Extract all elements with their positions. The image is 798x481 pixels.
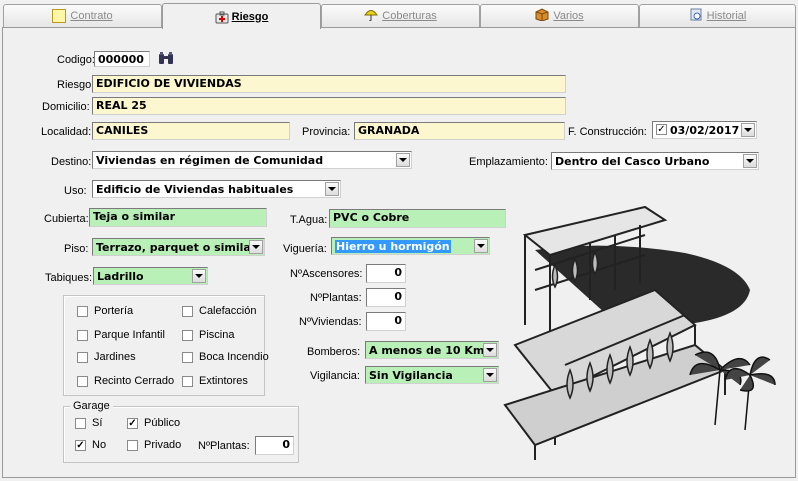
uso-value: Edificio de Viviendas habituales: [96, 183, 294, 196]
tab-label: Coberturas: [382, 10, 437, 22]
chevron-down-icon[interactable]: [743, 154, 757, 168]
domicilio-field[interactable]: REAL 25: [92, 97, 566, 115]
chevron-down-icon[interactable]: [741, 123, 755, 137]
vigueria-value: Hierro u hormigón: [335, 240, 451, 253]
boca-incendio-checkbox[interactable]: [182, 352, 193, 363]
cubierta-field[interactable]: Teja o similar: [89, 208, 267, 227]
contract-icon: [52, 9, 67, 23]
first-aid-icon: [215, 11, 229, 23]
n-viviendas-field[interactable]: 0: [366, 312, 406, 331]
emplazamiento-select[interactable]: Dentro del Casco Urbano: [551, 152, 759, 170]
uso-select[interactable]: Edificio de Viviendas habituales: [92, 180, 341, 198]
garage-title: Garage: [70, 400, 113, 412]
destino-select[interactable]: Viviendas en régimen de Comunidad: [92, 151, 412, 169]
tab-coberturas[interactable]: Coberturas: [321, 4, 480, 27]
extintores-checkbox[interactable]: [182, 376, 193, 387]
garage-no-checkbox[interactable]: ✓: [75, 440, 86, 451]
garage-publico-checkbox[interactable]: ✓: [127, 418, 138, 429]
vigueria-label: Viguería:: [283, 243, 327, 255]
destino-label: Destino:: [51, 156, 92, 168]
garage-n-plantas-label: NºPlantas:: [198, 440, 250, 452]
n-plantas-field[interactable]: 0: [366, 288, 406, 307]
garage-si-label: Sí: [92, 417, 103, 429]
bomberos-select[interactable]: A menos de 10 Km.: [365, 341, 499, 359]
tab-riesgo[interactable]: Riesgo: [162, 3, 321, 29]
piso-value: Terrazo, parquet o similar: [96, 241, 257, 254]
bomberos-value: A menos de 10 Km.: [369, 344, 489, 357]
calefaccion-label: Calefacción: [199, 305, 257, 317]
recinto-cerrado-label: Recinto Cerrado: [94, 375, 175, 387]
tabiques-select[interactable]: Ladrillo: [93, 267, 208, 285]
provincia-label: Provincia:: [302, 126, 351, 138]
f-construccion-label: F. Construcción:: [568, 126, 647, 138]
history-icon: [689, 8, 703, 24]
localidad-field[interactable]: CANILES: [92, 122, 290, 140]
extintores-label: Extintores: [199, 375, 248, 387]
porteria-checkbox[interactable]: [77, 306, 88, 317]
tab-varios[interactable]: Varios: [480, 4, 639, 27]
domicilio-label: Domicilio:: [42, 101, 90, 113]
uso-label: Uso:: [64, 185, 87, 197]
localidad-label: Localidad:: [41, 126, 92, 138]
building-illustration: [503, 205, 776, 460]
parque-infantil-checkbox[interactable]: [77, 330, 88, 341]
riesgo-field[interactable]: EDIFICIO DE VIVIENDAS: [92, 75, 566, 93]
n-ascensores-field[interactable]: 0: [366, 264, 406, 283]
tab-historial[interactable]: Historial: [639, 4, 796, 27]
tab-label: Historial: [706, 10, 747, 22]
binoculars-icon[interactable]: [158, 51, 174, 68]
cubierta-label: Cubierta:: [44, 213, 89, 225]
calefaccion-checkbox[interactable]: [182, 306, 193, 317]
piso-select[interactable]: Terrazo, parquet o similar: [92, 238, 265, 256]
garage-publico-label: Público: [144, 417, 181, 429]
piscina-label: Piscina: [199, 329, 235, 341]
garage-n-plantas-field[interactable]: 0: [255, 436, 294, 455]
t-agua-field[interactable]: PVC o Cobre: [329, 209, 506, 228]
vigueria-select[interactable]: Hierro u hormigón: [331, 237, 490, 255]
tab-contrato[interactable]: Contrato: [3, 4, 162, 27]
tabiques-label: Tabiques:: [45, 272, 93, 284]
t-agua-label: T.Agua:: [290, 214, 328, 226]
vigilancia-select[interactable]: Sin Vigilancia: [365, 366, 499, 384]
box-icon: [535, 8, 549, 24]
f-construccion-checkbox[interactable]: ✓: [656, 124, 667, 135]
tabiques-value: Ladrillo: [97, 270, 144, 283]
f-construccion-value: 03/02/2017: [670, 124, 740, 137]
chevron-down-icon[interactable]: [474, 239, 488, 253]
recinto-cerrado-checkbox[interactable]: [77, 376, 88, 387]
piscina-checkbox[interactable]: [182, 330, 193, 341]
chevron-down-icon[interactable]: [325, 182, 339, 196]
chevron-down-icon[interactable]: [192, 269, 206, 283]
codigo-label: Codigo:: [57, 54, 95, 66]
codigo-field[interactable]: 000000: [94, 51, 150, 67]
jardines-checkbox[interactable]: [77, 352, 88, 363]
vigilancia-label: Vigilancia:: [310, 370, 360, 382]
garage-privado-label: Privado: [144, 439, 182, 451]
chevron-down-icon[interactable]: [249, 240, 263, 254]
f-construccion-date-picker[interactable]: ✓ 03/02/2017: [652, 121, 757, 139]
jardines-label: Jardines: [94, 351, 136, 363]
emplazamiento-value: Dentro del Casco Urbano: [555, 155, 710, 168]
vigilancia-value: Sin Vigilancia: [369, 369, 453, 382]
riesgo-label: Riesgo:: [57, 79, 95, 91]
n-viviendas-label: NºViviendas:: [299, 316, 362, 328]
boca-incendio-label: Boca Incendio: [199, 351, 269, 363]
garage-no-label: No: [92, 439, 107, 451]
n-plantas-label: NºPlantas:: [310, 292, 362, 304]
garage-privado-checkbox[interactable]: [127, 440, 138, 451]
tab-label: Riesgo: [231, 10, 269, 23]
tab-label: Varios: [553, 10, 584, 22]
provincia-field[interactable]: GRANADA: [354, 122, 565, 140]
garage-si-checkbox[interactable]: [75, 418, 86, 429]
destino-value: Viviendas en régimen de Comunidad: [96, 154, 324, 167]
umbrella-icon: [364, 8, 379, 24]
bomberos-label: Bomberos:: [307, 346, 361, 358]
parque-infantil-label: Parque Infantil: [94, 329, 165, 341]
chevron-down-icon[interactable]: [396, 153, 410, 167]
n-ascensores-label: NºAscensores:: [290, 268, 363, 280]
piso-label: Piso:: [64, 243, 89, 255]
porteria-label: Portería: [94, 305, 134, 317]
emplazamiento-label: Emplazamiento:: [469, 156, 548, 168]
tab-label: Contrato: [70, 10, 113, 22]
